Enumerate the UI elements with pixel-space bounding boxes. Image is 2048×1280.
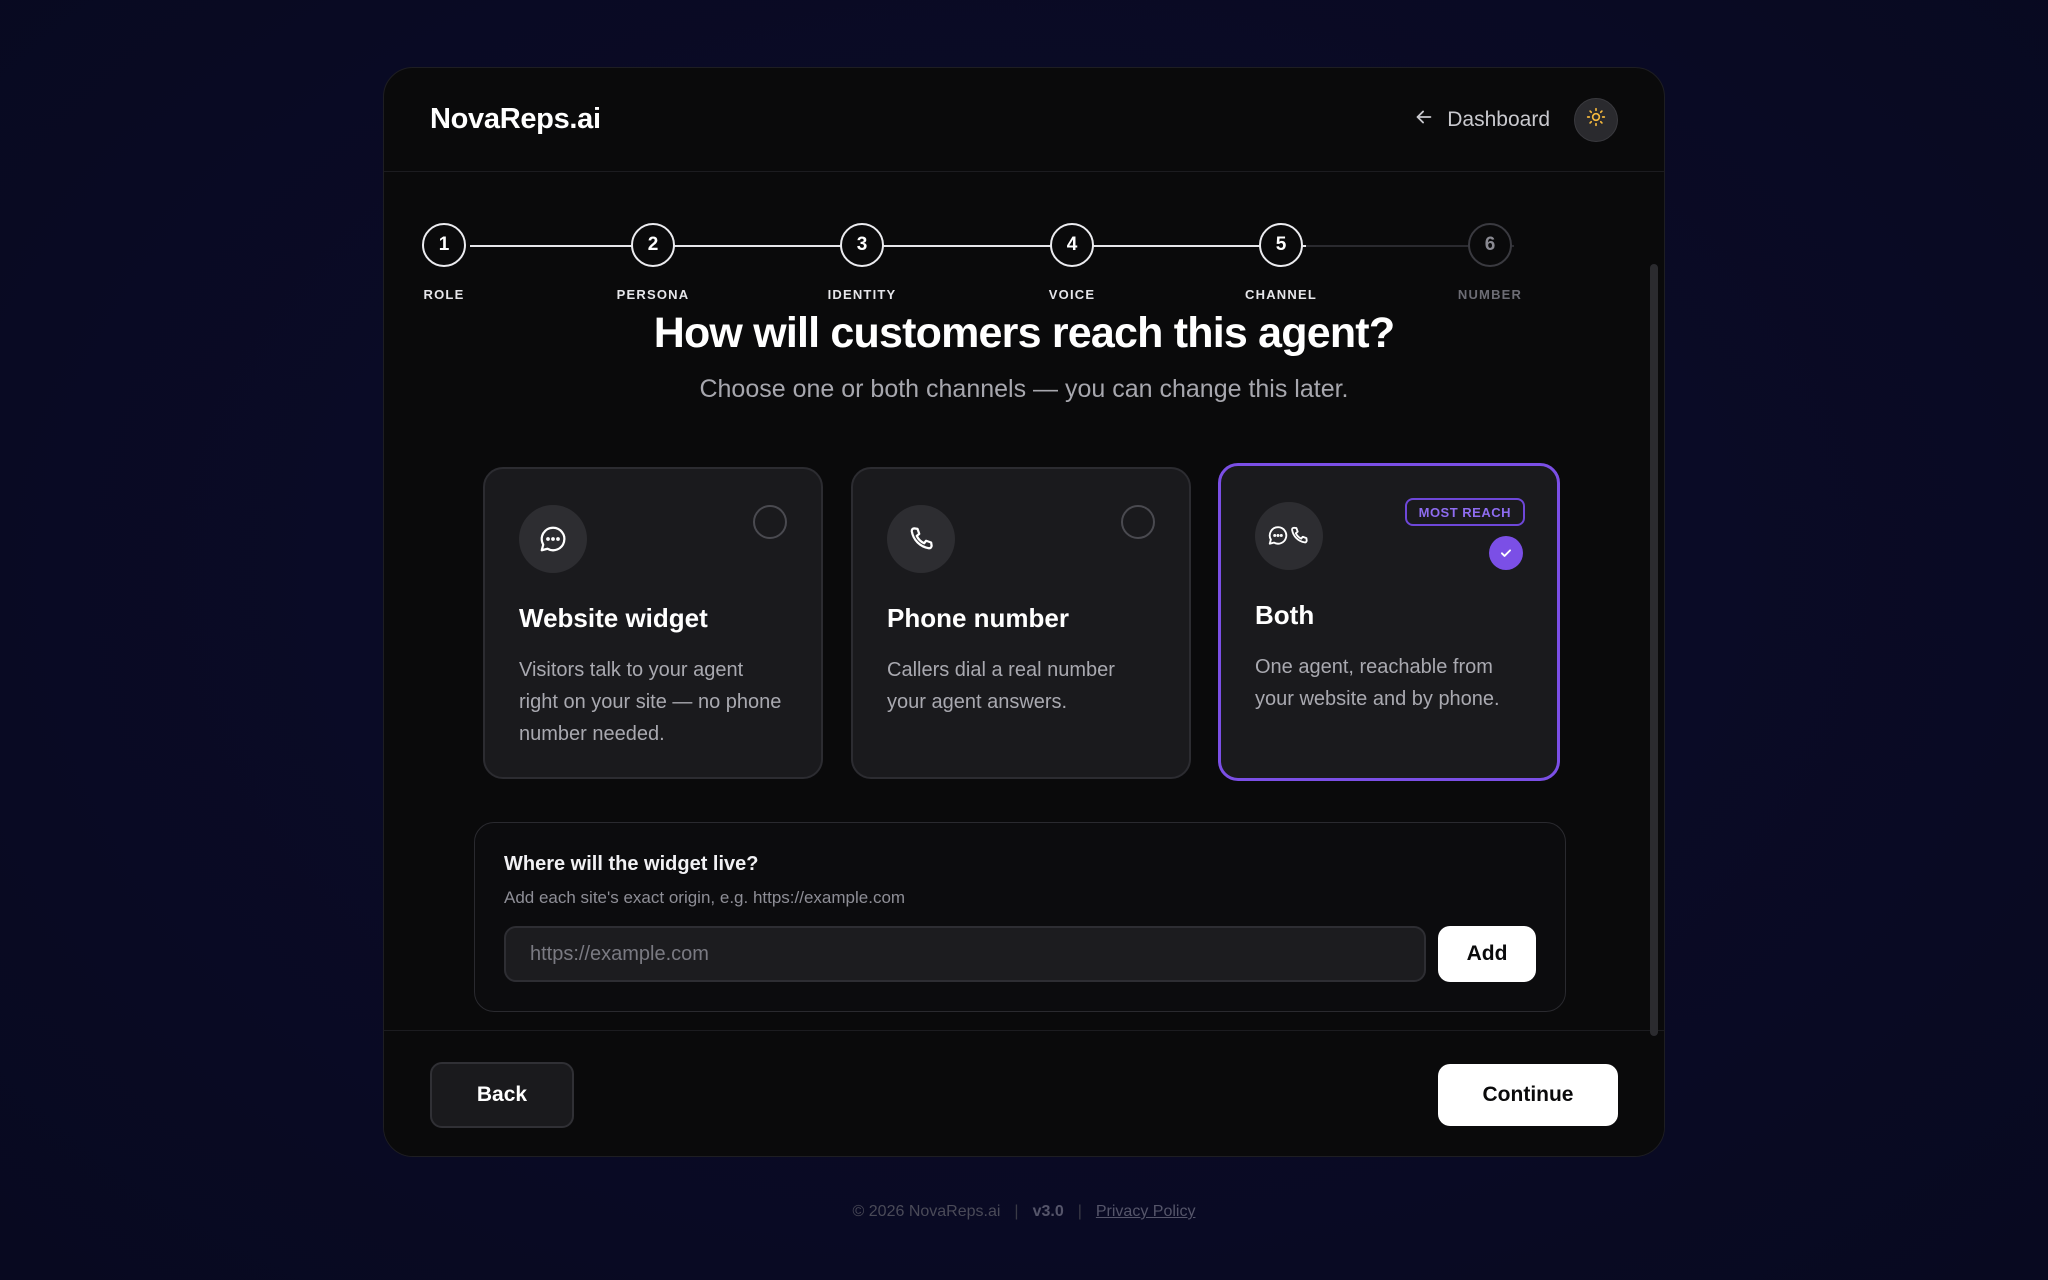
theme-toggle-button[interactable] bbox=[1574, 97, 1618, 142]
step-number: 4 bbox=[1050, 223, 1094, 267]
header-actions: Dashboard bbox=[1413, 97, 1618, 142]
step-number: 6 bbox=[1468, 223, 1512, 267]
step-number: 1 bbox=[422, 223, 466, 267]
step-label: NUMBER bbox=[1457, 287, 1523, 302]
widget-panel-title: Where will the widget live? bbox=[504, 853, 759, 875]
version-text: v3.0 bbox=[1032, 1203, 1064, 1220]
widget-origin-panel: Where will the widget live? Add each sit… bbox=[474, 822, 1566, 1012]
step-role[interactable]: 1 ROLE bbox=[389, 206, 499, 302]
continue-button[interactable]: Continue bbox=[1438, 1064, 1618, 1126]
site-footer: © 2026 NovaReps.ai | v3.0 | Privacy Poli… bbox=[0, 1203, 2048, 1221]
step-channel[interactable]: 5 CHANNEL bbox=[1226, 206, 1336, 302]
option-description: Callers dial a real number your agent an… bbox=[887, 659, 1115, 713]
arrow-left-icon bbox=[1413, 106, 1435, 134]
header: NovaReps.ai Dashboard bbox=[384, 68, 1664, 172]
step-number: 2 bbox=[631, 223, 675, 267]
origin-input[interactable] bbox=[504, 926, 1426, 982]
back-button[interactable]: Back bbox=[430, 1062, 574, 1128]
step-voice[interactable]: 4 VOICE bbox=[1017, 206, 1127, 302]
dashboard-label: Dashboard bbox=[1447, 107, 1550, 131]
step-identity[interactable]: 3 IDENTITY bbox=[807, 206, 917, 302]
option-description: One agent, reachable from your website a… bbox=[1255, 656, 1500, 710]
option-phone-number[interactable]: Phone number Callers dial a real number … bbox=[851, 467, 1191, 779]
step-label: VOICE bbox=[1048, 287, 1096, 302]
step-label: CHANNEL bbox=[1245, 287, 1317, 302]
page-subtitle: Choose one or both channels — you can ch… bbox=[699, 375, 1349, 403]
chat-phone-icon bbox=[1255, 502, 1323, 570]
option-radio[interactable] bbox=[753, 505, 787, 539]
step-label: PERSONA bbox=[616, 287, 690, 302]
page-title: How will customers reach this agent? bbox=[653, 309, 1395, 357]
option-radio[interactable] bbox=[1121, 505, 1155, 539]
phone-icon bbox=[887, 505, 955, 573]
footer-divider: | bbox=[1077, 1203, 1082, 1220]
scrollbar-thumb[interactable] bbox=[1650, 264, 1658, 1036]
option-both[interactable]: MOST REACH Both One agent, reachable fro… bbox=[1218, 463, 1560, 781]
step-label: ROLE bbox=[423, 287, 465, 302]
stepper: 1 ROLE 2 PERSONA 3 IDENTITY 4 VOICE 5 CH… bbox=[422, 206, 1574, 302]
option-title: Phone number bbox=[887, 603, 1070, 633]
step-number: 3 bbox=[840, 223, 884, 267]
dashboard-link[interactable]: Dashboard bbox=[1413, 106, 1550, 134]
step-number: 5 bbox=[1259, 223, 1303, 267]
checkmark-icon[interactable] bbox=[1489, 536, 1523, 570]
footer-divider: | bbox=[1014, 1203, 1019, 1220]
widget-panel-hint: Add each site's exact origin, e.g. https… bbox=[504, 888, 906, 907]
add-origin-button[interactable]: Add bbox=[1438, 926, 1536, 982]
privacy-policy-link[interactable]: Privacy Policy bbox=[1096, 1203, 1196, 1221]
wizard-card: NovaReps.ai Dashboard 1 ROLE 2 PERSONA 3… bbox=[383, 67, 1665, 1157]
chat-icon bbox=[519, 505, 587, 573]
origin-input-row: Add bbox=[504, 926, 1536, 982]
step-number-config: 6 NUMBER bbox=[1435, 206, 1545, 302]
most-reach-badge: MOST REACH bbox=[1404, 498, 1525, 526]
option-title: Both bbox=[1255, 600, 1315, 630]
step-persona[interactable]: 2 PERSONA bbox=[598, 206, 708, 302]
option-description: Visitors talk to your agent right on you… bbox=[519, 659, 782, 745]
copyright-text: © 2026 NovaReps.ai bbox=[852, 1203, 1001, 1220]
option-website-widget[interactable]: Website widget Visitors talk to your age… bbox=[483, 467, 823, 779]
sun-icon bbox=[1586, 107, 1606, 132]
option-title: Website widget bbox=[519, 603, 708, 633]
logo: NovaReps.ai bbox=[430, 103, 601, 135]
wizard-footer: Back Continue bbox=[384, 1030, 1664, 1156]
step-label: IDENTITY bbox=[827, 287, 897, 302]
